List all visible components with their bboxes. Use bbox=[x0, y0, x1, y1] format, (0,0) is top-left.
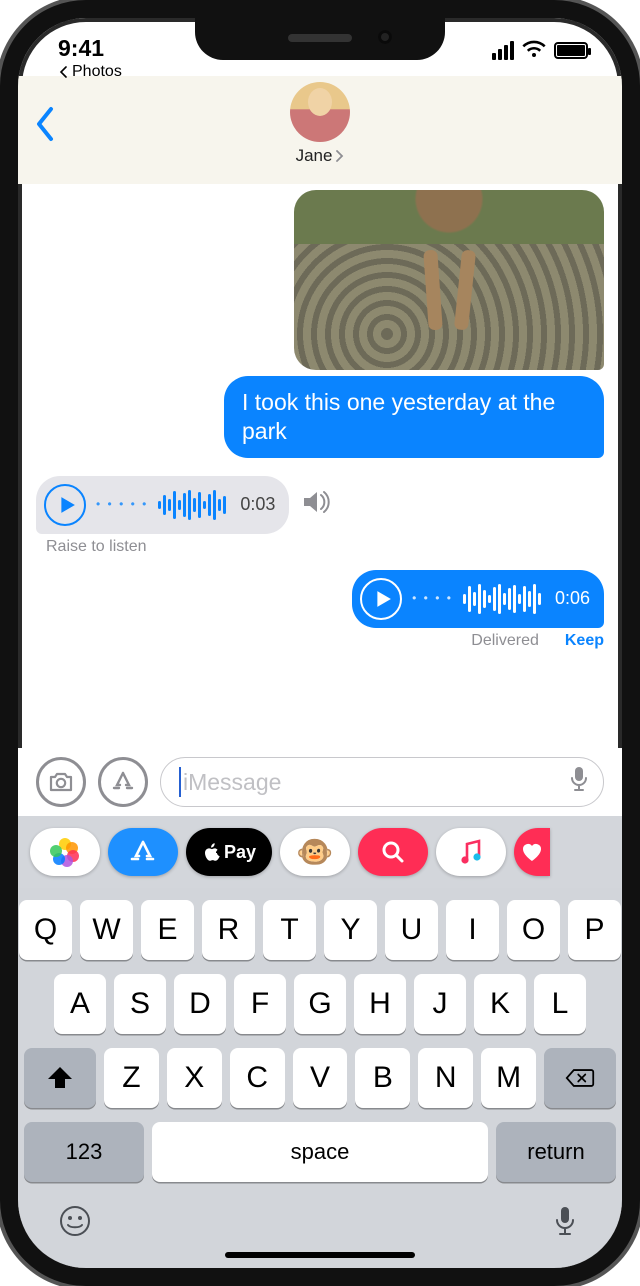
key-y[interactable]: Y bbox=[324, 900, 377, 960]
app-search-images[interactable] bbox=[358, 828, 428, 876]
key-d[interactable]: D bbox=[174, 974, 226, 1034]
key-w[interactable]: W bbox=[80, 900, 133, 960]
key-h[interactable]: H bbox=[354, 974, 406, 1034]
audio-progress-icon: • • • • • bbox=[96, 497, 148, 512]
notch bbox=[195, 18, 445, 60]
wifi-icon bbox=[522, 40, 546, 60]
home-indicator[interactable] bbox=[225, 1252, 415, 1258]
keyboard-row-4: 123 space return bbox=[24, 1122, 616, 1182]
keyboard: QWERTYUIOP ASDFGHJKL ZXCVBNM 123 space r… bbox=[18, 888, 622, 1268]
app-appstore[interactable] bbox=[108, 828, 178, 876]
contact-name: Jane bbox=[296, 146, 333, 166]
key-n[interactable]: N bbox=[418, 1048, 473, 1108]
waveform-icon bbox=[463, 583, 541, 615]
app-music[interactable] bbox=[436, 828, 506, 876]
return-key[interactable]: return bbox=[496, 1122, 616, 1182]
space-key[interactable]: space bbox=[152, 1122, 488, 1182]
contact-button[interactable]: Jane bbox=[290, 82, 350, 166]
app-photos[interactable] bbox=[30, 828, 100, 876]
back-button[interactable] bbox=[34, 106, 56, 152]
compose-bar: iMessage bbox=[18, 748, 622, 816]
received-audio-bubble[interactable]: • • • • • 0:03 bbox=[36, 476, 289, 534]
app-animoji[interactable]: 🐵 bbox=[280, 828, 350, 876]
app-digital-touch[interactable] bbox=[514, 828, 550, 876]
key-m[interactable]: M bbox=[481, 1048, 536, 1108]
avatar bbox=[290, 82, 350, 142]
dictation-button[interactable] bbox=[567, 765, 591, 799]
message-thread[interactable]: I took this one yesterday at the park • … bbox=[18, 184, 622, 748]
key-l[interactable]: L bbox=[534, 974, 586, 1034]
key-x[interactable]: X bbox=[167, 1048, 222, 1108]
keyboard-row-1: QWERTYUIOP bbox=[24, 900, 616, 960]
speaker-icon[interactable] bbox=[299, 485, 333, 524]
sent-text-bubble[interactable]: I took this one yesterday at the park bbox=[224, 376, 604, 458]
status-time: 9:41 bbox=[58, 36, 104, 61]
key-g[interactable]: G bbox=[294, 974, 346, 1034]
emoji-key[interactable] bbox=[58, 1204, 92, 1243]
shift-key[interactable] bbox=[24, 1048, 96, 1108]
key-r[interactable]: R bbox=[202, 900, 255, 960]
audio-duration: 0:03 bbox=[240, 493, 275, 516]
delete-key[interactable] bbox=[544, 1048, 616, 1108]
key-e[interactable]: E bbox=[141, 900, 194, 960]
key-q[interactable]: Q bbox=[19, 900, 72, 960]
play-button[interactable] bbox=[44, 484, 86, 526]
keep-button[interactable]: Keep bbox=[565, 632, 604, 650]
raise-to-listen-hint: Raise to listen bbox=[46, 538, 147, 556]
key-f[interactable]: F bbox=[234, 974, 286, 1034]
key-a[interactable]: A bbox=[54, 974, 106, 1034]
key-p[interactable]: P bbox=[568, 900, 621, 960]
key-k[interactable]: K bbox=[474, 974, 526, 1034]
back-to-app-label: Photos bbox=[72, 63, 122, 81]
chevron-right-icon bbox=[334, 150, 344, 162]
message-placeholder: iMessage bbox=[183, 769, 567, 796]
keyboard-dictation-key[interactable] bbox=[548, 1204, 582, 1243]
key-b[interactable]: B bbox=[355, 1048, 410, 1108]
app-apple-pay[interactable]: Pay bbox=[186, 828, 272, 876]
audio-duration: 0:06 bbox=[555, 587, 590, 610]
app-store-button[interactable] bbox=[98, 757, 148, 807]
battery-icon bbox=[554, 42, 588, 59]
key-c[interactable]: C bbox=[230, 1048, 285, 1108]
key-z[interactable]: Z bbox=[104, 1048, 159, 1108]
device-frame: 9:41 Photos Jane bbox=[0, 0, 640, 1286]
keyboard-row-3: ZXCVBNM bbox=[24, 1048, 616, 1108]
key-u[interactable]: U bbox=[385, 900, 438, 960]
app-strip[interactable]: Pay 🐵 bbox=[18, 816, 622, 888]
numeric-key[interactable]: 123 bbox=[24, 1122, 144, 1182]
back-to-app[interactable]: Photos bbox=[58, 63, 122, 81]
audio-progress-icon: • • • • bbox=[412, 591, 453, 606]
key-i[interactable]: I bbox=[446, 900, 499, 960]
message-input[interactable]: iMessage bbox=[160, 757, 604, 807]
keyboard-row-2: ASDFGHJKL bbox=[24, 974, 616, 1034]
play-button[interactable] bbox=[360, 578, 402, 620]
conversation-header: Jane bbox=[18, 76, 622, 184]
delivered-label: Delivered bbox=[471, 632, 539, 650]
cellular-icon bbox=[492, 41, 514, 60]
apple-pay-label: Pay bbox=[224, 842, 256, 863]
camera-button[interactable] bbox=[36, 757, 86, 807]
key-j[interactable]: J bbox=[414, 974, 466, 1034]
message-text: I took this one yesterday at the park bbox=[242, 389, 555, 444]
sent-audio-bubble[interactable]: • • • • 0:06 bbox=[352, 570, 604, 628]
key-t[interactable]: T bbox=[263, 900, 316, 960]
waveform-icon bbox=[158, 489, 226, 521]
sent-photo[interactable] bbox=[294, 190, 604, 370]
key-o[interactable]: O bbox=[507, 900, 560, 960]
key-s[interactable]: S bbox=[114, 974, 166, 1034]
key-v[interactable]: V bbox=[293, 1048, 348, 1108]
text-cursor bbox=[179, 767, 181, 797]
